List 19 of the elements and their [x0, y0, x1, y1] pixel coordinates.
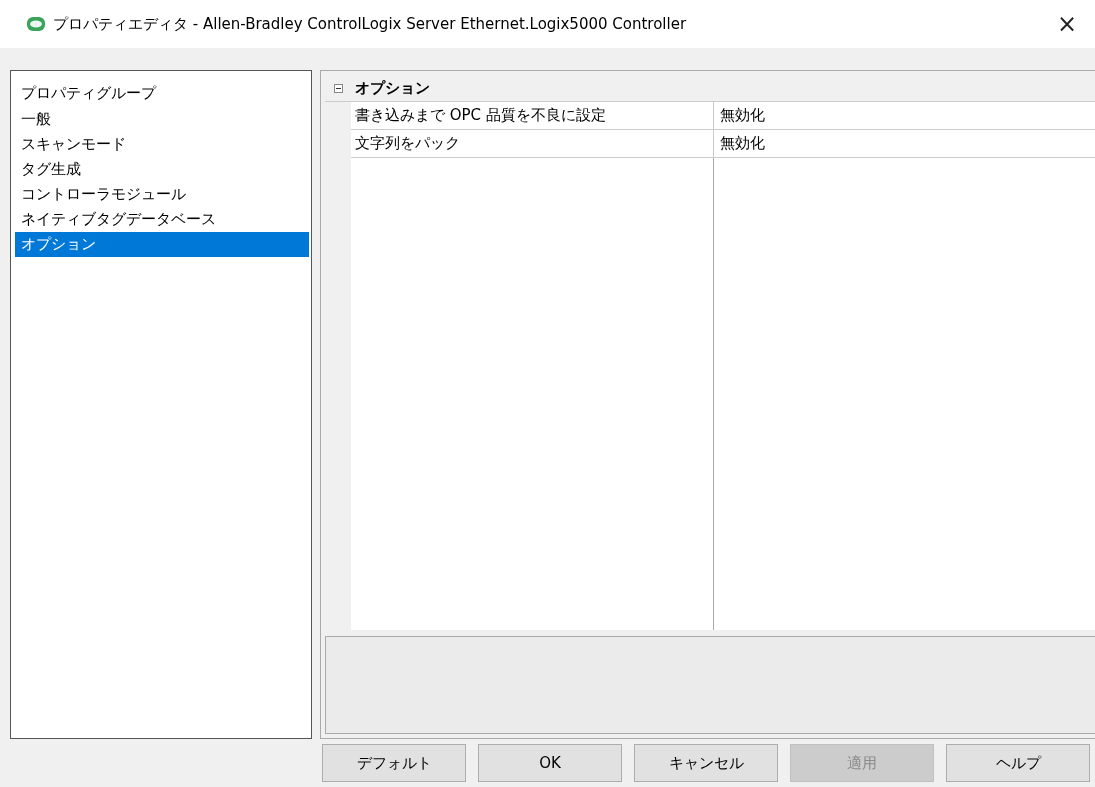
dialog-button[interactable]: OK — [478, 744, 622, 782]
close-button[interactable]: × — [1045, 4, 1089, 44]
app-icon — [27, 17, 45, 31]
property-name[interactable]: 書き込みまで OPC 品質を不良に設定 — [351, 102, 714, 129]
dialog-button[interactable]: デフォルト — [322, 744, 466, 782]
group-item[interactable]: タグ生成 — [15, 157, 309, 182]
property-name[interactable]: 文字列をパック — [351, 130, 714, 157]
group-item[interactable]: オプション — [15, 232, 309, 257]
group-item[interactable]: コントローラモジュール — [15, 182, 309, 207]
dialog-button[interactable]: キャンセル — [634, 744, 778, 782]
group-item[interactable]: ネイティブタグデータベース — [15, 207, 309, 232]
property-value[interactable]: 無効化 — [714, 130, 1095, 157]
group-item[interactable]: スキャンモード — [15, 132, 309, 157]
group-item[interactable]: 一般 — [15, 107, 309, 132]
property-value[interactable]: 無効化 — [714, 102, 1095, 129]
list-heading: プロパティグループ — [20, 83, 158, 104]
dialog-button[interactable]: ヘルプ — [946, 744, 1090, 782]
group-title: オプション — [354, 78, 430, 98]
window-title: プロパティエディタ - Allen-Bradley ControlLogix Server Ethernet.Logix5000 Controller — [53, 14, 688, 34]
